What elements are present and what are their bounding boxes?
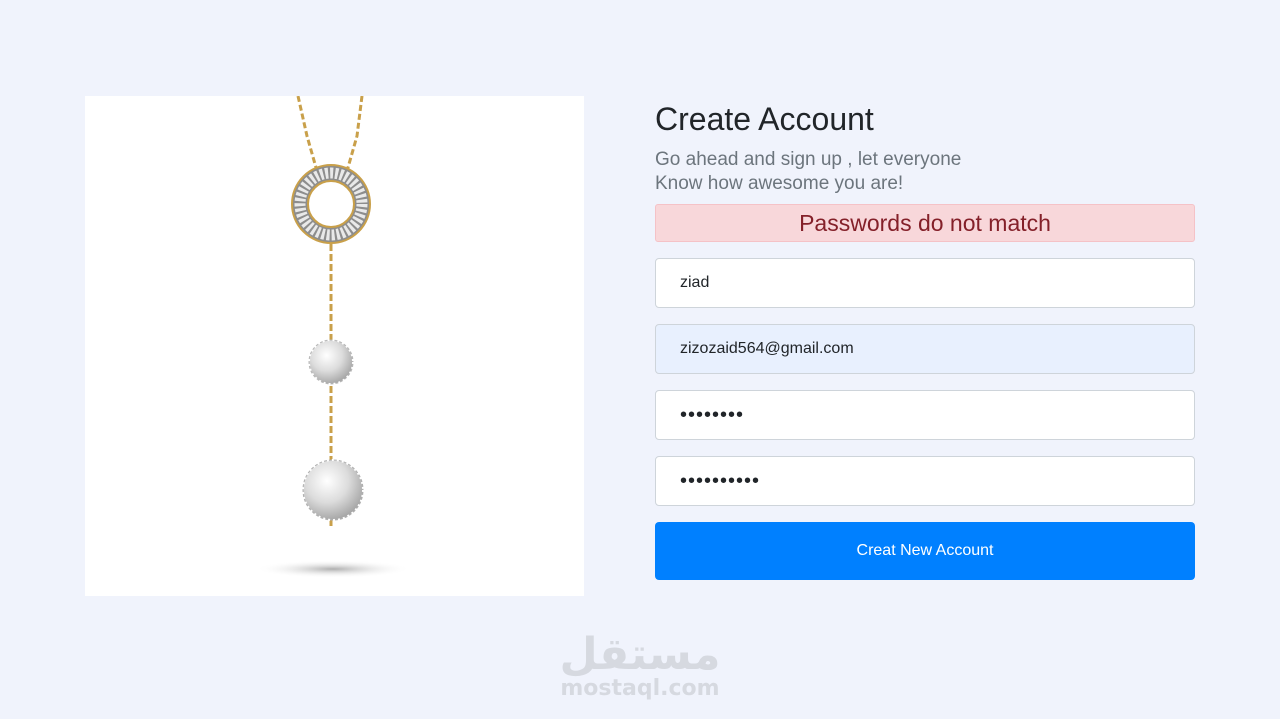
watermark-logo: مستقل mostaql.com: [540, 630, 740, 702]
name-input[interactable]: [655, 258, 1195, 308]
product-image: [85, 96, 584, 596]
necklace-illustration: [255, 96, 411, 578]
create-account-button[interactable]: Creat New Account: [655, 522, 1195, 580]
password-input[interactable]: [655, 390, 1195, 440]
subtitle-line-2: Know how awesome you are!: [655, 173, 904, 194]
watermark-latin-text: mostaql.com: [560, 676, 720, 701]
page-title: Create Account: [655, 101, 874, 137]
email-input[interactable]: [655, 324, 1195, 374]
signup-form: Create Account Go ahead and sign up , le…: [655, 96, 1195, 580]
watermark-arabic-text: مستقل: [559, 629, 721, 680]
subtitle: Go ahead and sign up , let everyone Know…: [655, 148, 1195, 196]
signup-page: Create Account Go ahead and sign up , le…: [0, 0, 1280, 719]
error-alert: Passwords do not match: [655, 204, 1195, 242]
confirm-password-input[interactable]: [655, 456, 1195, 506]
subtitle-line-1: Go ahead and sign up , let everyone: [655, 149, 962, 170]
